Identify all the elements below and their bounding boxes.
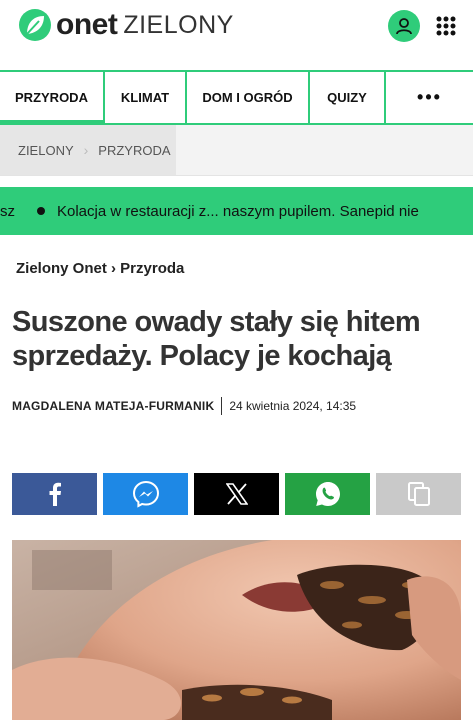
x-icon xyxy=(225,483,248,505)
ticker-previous-item[interactable]: sz xyxy=(0,203,15,220)
brand-section: ZIELONY xyxy=(123,10,234,39)
brand-name: onet xyxy=(56,8,118,41)
news-ticker: sz Kolacja w restauracji z... naszym pup… xyxy=(0,187,473,235)
copy-icon xyxy=(407,482,430,506)
breadcrumb-item-przyroda[interactable]: PRZYRODA xyxy=(98,143,170,158)
copy-link-button[interactable] xyxy=(376,473,461,515)
author-name[interactable]: MAGDALENA MATEJA-FURMANIK xyxy=(12,399,214,413)
section-nav: PRZYRODA KLIMAT DOM I OGRÓD QUIZY ••• xyxy=(0,70,473,125)
whatsapp-icon xyxy=(315,482,340,506)
breadcrumb: ZIELONY › PRZYRODA xyxy=(0,125,176,175)
article-hero-image xyxy=(12,540,461,720)
messenger-icon xyxy=(132,480,159,508)
share-x-button[interactable] xyxy=(194,473,279,515)
article-byline: MAGDALENA MATEJA-FURMANIK 24 kwietnia 20… xyxy=(12,397,356,415)
chevron-right-icon: › xyxy=(83,142,89,158)
facebook-icon xyxy=(49,482,61,506)
share-bar xyxy=(12,473,461,515)
byline-divider xyxy=(221,397,223,415)
tab-przyroda[interactable]: PRZYRODA xyxy=(0,72,105,125)
publish-date: 24 kwietnia 2024, 14:35 xyxy=(229,399,357,413)
share-messenger-button[interactable] xyxy=(103,473,188,515)
leaf-logo-icon xyxy=(19,9,51,41)
grid-menu-icon[interactable] xyxy=(436,16,456,36)
breadcrumb-bar: ZIELONY › PRZYRODA xyxy=(0,125,473,176)
site-header: onet ZIELONY xyxy=(0,0,473,70)
tab-dom-i-ogrod[interactable]: DOM I OGRÓD xyxy=(187,72,310,123)
ticker-item[interactable]: Kolacja w restauracji z... naszym pupile… xyxy=(57,203,419,220)
bullet-icon xyxy=(37,207,45,215)
breadcrumb-item-zielony[interactable]: ZIELONY xyxy=(18,143,74,158)
tab-klimat[interactable]: KLIMAT xyxy=(105,72,187,123)
more-tabs-button[interactable]: ••• xyxy=(386,72,473,123)
share-facebook-button[interactable] xyxy=(12,473,97,515)
article-section-path[interactable]: Zielony Onet › Przyroda xyxy=(16,260,184,277)
user-account-button[interactable] xyxy=(388,10,420,42)
share-whatsapp-button[interactable] xyxy=(285,473,370,515)
onet-zielony-logo[interactable]: onet ZIELONY xyxy=(18,8,234,42)
tab-quizy[interactable]: QUIZY xyxy=(310,72,386,123)
user-icon xyxy=(396,18,412,35)
article-title: Suszone owady stały się hitem sprzedaży.… xyxy=(12,306,421,372)
